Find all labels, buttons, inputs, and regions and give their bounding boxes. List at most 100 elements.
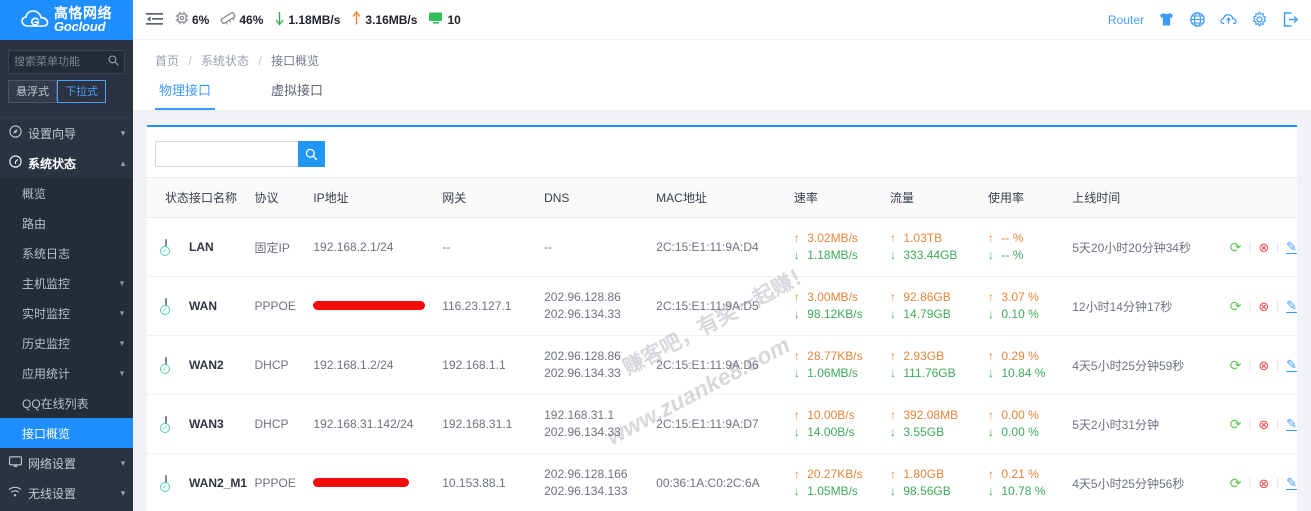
table-row[interactable]: ✓ WAN2_M1 PPPOE 10.153.88.1 202.96.128.166 20… (147, 453, 1297, 511)
chevron-up-icon: ▴ (120, 157, 126, 168)
cell-status: ✓ (147, 276, 190, 336)
speed-download: ↓ 98.12KB/s (793, 307, 863, 321)
sidebar-label-network-settings: 网络设置 (28, 456, 77, 471)
table-search-button[interactable] (298, 141, 325, 167)
compass-icon (2, 125, 28, 141)
interface-name: WAN3 (189, 417, 224, 431)
tshirt-icon[interactable] (1158, 11, 1175, 28)
menu-style-switch: 悬浮式 下拉式 (0, 78, 133, 111)
sidebar-item-history-monitor[interactable]: 历史监控 ▾ (0, 328, 133, 358)
action-divider: | (1248, 477, 1252, 489)
breadcrumb-item-system-status[interactable]: 系统状态 (201, 54, 249, 68)
usage-upload: ↑ 0.21 % (988, 467, 1039, 481)
globe-icon[interactable] (1189, 11, 1206, 28)
col-interface-name: 接口名称 (189, 177, 255, 218)
ip-value: 192.168.2.1/24 (313, 240, 394, 254)
dns-value: 202.96.134.133 (544, 484, 628, 498)
edit-icon[interactable]: ✎ (1286, 299, 1297, 313)
brand-logo[interactable]: 高恪网络 Gocloud (0, 0, 133, 40)
sidebar-item-app-statistics[interactable]: 应用统计 ▾ (0, 358, 133, 388)
logout-icon[interactable] (1282, 11, 1299, 28)
cell-protocol: 固定IP (254, 217, 314, 277)
cell-actions: ⟳ | ⊗ | ✎ (1229, 217, 1297, 277)
sidebar-item-system-status[interactable]: 系统状态 ▴ (0, 148, 133, 178)
sidebar-submenu-system-status: 概览 路由 系统日志 主机监控 ▾ 实时监控 ▾ 历史监控 ▾ 应用统计 ▾ Q… (0, 178, 133, 448)
table-row[interactable]: ✓ WAN PPPOE 116.23.127.1 202.96.128.86 202.96… (147, 276, 1297, 336)
top-bar-actions: Router (1108, 11, 1311, 28)
table-row[interactable]: ✓ WAN2 DHCP 192.168.1.2/24 192.168.1.1 202.96… (147, 335, 1297, 395)
table-row[interactable]: ✓ LAN 固定IP 192.168.2.1/24 -- -- 2C:15:E1:11:9A… (147, 217, 1297, 277)
brand-name-en: Gocloud (54, 19, 106, 35)
sidebar-item-system-log[interactable]: 系统日志 (0, 238, 133, 268)
edit-icon[interactable]: ✎ (1286, 476, 1297, 490)
flow-download: ↓ 98.56GB (890, 484, 951, 498)
upload-value: 3.16MB/s (365, 12, 418, 27)
chevron-down-icon: ▾ (120, 127, 126, 138)
cell-mac-address: 2C:15:E1:11:9A:D4 (656, 217, 794, 277)
sidebar-item-interface-overview[interactable]: 接口概览 (0, 418, 133, 448)
sidebar-label-host-monitor: 主机监控 (22, 276, 71, 291)
gocloud-cloud-icon (21, 9, 49, 31)
sidebar-item-host-monitor[interactable]: 主机监控 ▾ (0, 268, 133, 298)
cell-speed: ↑ 3.00MB/s ↓ 98.12KB/s (793, 276, 891, 336)
interface-name: WAN (189, 299, 218, 313)
cell-status: ✓ (147, 453, 190, 511)
edit-icon[interactable]: ✎ (1286, 358, 1297, 372)
cell-protocol: PPPOE (254, 276, 314, 336)
reconnect-icon[interactable]: ⟳ (1230, 299, 1242, 313)
edit-icon[interactable]: ✎ (1286, 417, 1297, 431)
action-divider: | (1276, 241, 1280, 253)
reconnect-icon[interactable]: ⟳ (1230, 476, 1242, 490)
flow-download: ↓ 14.79GB (890, 307, 951, 321)
reconnect-icon[interactable]: ⟳ (1230, 358, 1242, 372)
cell-dns: 202.96.128.86 202.96.134.33 (544, 335, 657, 395)
disconnect-icon[interactable]: ⊗ (1258, 359, 1269, 372)
dns-value: 202.96.128.86 (544, 290, 621, 304)
edit-icon[interactable]: ✎ (1286, 240, 1297, 254)
disconnect-icon[interactable]: ⊗ (1258, 300, 1269, 313)
stat-download: 1.18MB/s (274, 11, 340, 29)
sidebar-item-realtime-monitor[interactable]: 实时监控 ▾ (0, 298, 133, 328)
col-protocol: 协议 (254, 177, 314, 218)
speed-download: ↓ 1.06MB/s (793, 366, 858, 380)
sidebar-item-network-settings[interactable]: 网络设置 ▾ (0, 448, 133, 478)
sidebar-item-wireless-settings[interactable]: 无线设置 ▾ (0, 478, 133, 508)
reconnect-icon[interactable]: ⟳ (1230, 240, 1242, 254)
breadcrumb-item-home[interactable]: 首页 (155, 54, 179, 68)
disconnect-icon[interactable]: ⊗ (1258, 477, 1269, 490)
tab-virtual-interface[interactable]: 虚拟接口 (267, 77, 327, 110)
menu-search-input[interactable] (14, 56, 108, 68)
cell-dns: 192.168.31.1 202.96.134.33 (544, 394, 657, 454)
cell-interface-name: WAN (189, 276, 255, 336)
sidebar-item-qq-online-list[interactable]: QQ在线列表 (0, 388, 133, 418)
sidebar-item-setup-wizard[interactable]: 设置向导 ▾ (0, 118, 133, 148)
col-usage: 使用率 (988, 177, 1073, 218)
col-flow: 流量 (890, 177, 989, 218)
breadcrumb-item-current: 接口概览 (271, 54, 320, 68)
sidebar-label-realtime-monitor: 实时监控 (22, 306, 71, 321)
sidebar-item-overview[interactable]: 概览 (0, 178, 133, 208)
disconnect-icon[interactable]: ⊗ (1258, 418, 1269, 431)
speed-download: ↓ 14.00B/s (793, 425, 855, 439)
speed-upload: ↑ 28.77KB/s (793, 349, 863, 363)
menu-style-dropdown[interactable]: 下拉式 (57, 80, 106, 103)
tab-physical-interface[interactable]: 物理接口 (155, 77, 216, 110)
cell-flow: ↑ 2.93GB ↓ 111.76GB (890, 335, 989, 395)
reconnect-icon[interactable]: ⟳ (1230, 417, 1242, 431)
sidebar-collapse-button[interactable] (143, 9, 165, 31)
download-value: 1.18MB/s (288, 12, 341, 27)
cloud-upload-icon[interactable] (1220, 11, 1237, 28)
sidebar-item-route[interactable]: 路由 (0, 208, 133, 238)
cell-actions: ⟳ | ⊗ | ✎ (1229, 453, 1297, 511)
menu-style-float[interactable]: 悬浮式 (8, 80, 57, 103)
disconnect-icon[interactable]: ⊗ (1258, 241, 1269, 254)
table-row[interactable]: ✓ WAN3 DHCP 192.168.31.142/24 192.168.31.1 19… (147, 394, 1297, 454)
table-search-input[interactable] (155, 141, 298, 167)
cell-dns: -- (544, 217, 657, 277)
speed-download: ↓ 1.05MB/s (793, 484, 858, 498)
mode-label[interactable]: Router (1108, 13, 1144, 27)
gear-icon[interactable] (1251, 11, 1268, 28)
usage-upload: ↑ 0.29 % (988, 349, 1039, 363)
sidebar-search-box[interactable] (8, 50, 125, 74)
action-divider: | (1276, 300, 1280, 312)
